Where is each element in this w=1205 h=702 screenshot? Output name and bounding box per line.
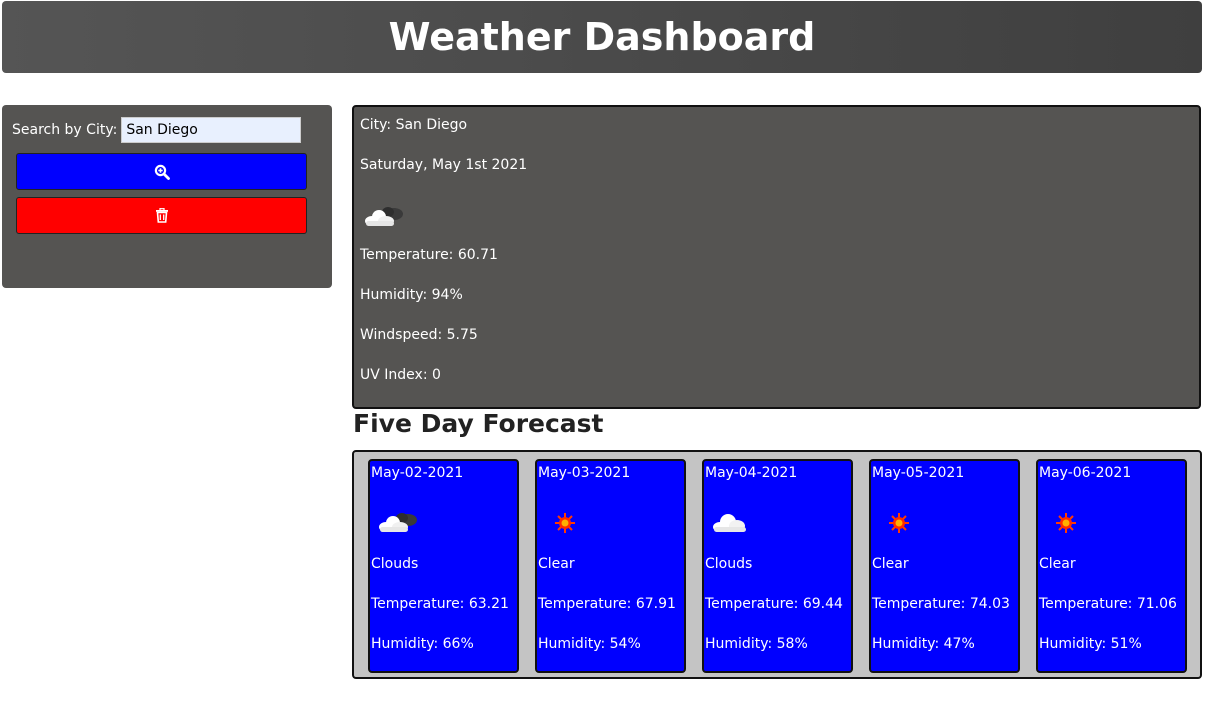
current-uv-index: UV Index: 0 [360,367,441,383]
forecast-title: Five Day Forecast [353,409,604,438]
forecast-card: May-05-2021 Clear Temperature: 74.03 Hum… [869,459,1020,673]
forecast-temperature: Temperature: 67.91 [538,596,676,612]
forecast-description: Clear [872,556,909,572]
broken-clouds-icon [360,201,408,237]
sun-icon [541,507,589,543]
forecast-date: May-03-2021 [538,465,631,481]
forecast-date: May-04-2021 [705,465,798,481]
forecast-card: May-04-2021 Clouds Temperature: 69.44 Hu… [702,459,853,673]
sun-icon [1042,507,1090,543]
cloud-icon [708,507,756,543]
current-humidity: Humidity: 94% [360,287,463,303]
current-date: Saturday, May 1st 2021 [360,157,528,173]
broken-clouds-icon [374,507,422,543]
forecast-humidity: Humidity: 66% [371,636,474,652]
forecast-humidity: Humidity: 58% [705,636,808,652]
search-plus-icon [154,164,170,180]
current-weather-panel: City: San Diego Saturday, May 1st 2021 T… [352,105,1201,409]
forecast-temperature: Temperature: 74.03 [872,596,1010,612]
sun-icon [875,507,923,543]
page-title: Weather Dashboard [388,15,816,59]
search-row: Search by City: [12,117,302,143]
current-windspeed: Windspeed: 5.75 [360,327,478,343]
search-panel: Search by City: [2,105,332,288]
forecast-date: May-05-2021 [872,465,965,481]
forecast-humidity: Humidity: 54% [538,636,641,652]
forecast-panel: May-02-2021 Clouds Temperature: 63.21 Hu… [352,450,1202,679]
search-label: Search by City: [12,122,118,138]
app-header: Weather Dashboard [2,1,1202,73]
search-button[interactable] [16,153,307,190]
forecast-description: Clouds [371,556,419,572]
clear-history-button[interactable] [16,197,307,234]
forecast-temperature: Temperature: 63.21 [371,596,509,612]
trash-icon [155,208,168,223]
current-city: City: San Diego [360,117,468,133]
forecast-description: Clouds [705,556,753,572]
forecast-description: Clear [1039,556,1076,572]
current-temperature: Temperature: 60.71 [360,247,498,263]
city-search-input[interactable] [121,117,302,143]
forecast-humidity: Humidity: 51% [1039,636,1142,652]
forecast-temperature: Temperature: 69.44 [705,596,843,612]
forecast-card: May-06-2021 Clear Temperature: 71.06 Hum… [1036,459,1187,673]
forecast-card: May-03-2021 Clear Temperature: 67.91 Hum… [535,459,686,673]
forecast-date: May-06-2021 [1039,465,1132,481]
forecast-card: May-02-2021 Clouds Temperature: 63.21 Hu… [368,459,519,673]
forecast-temperature: Temperature: 71.06 [1039,596,1177,612]
forecast-description: Clear [538,556,575,572]
forecast-date: May-02-2021 [371,465,464,481]
forecast-humidity: Humidity: 47% [872,636,975,652]
